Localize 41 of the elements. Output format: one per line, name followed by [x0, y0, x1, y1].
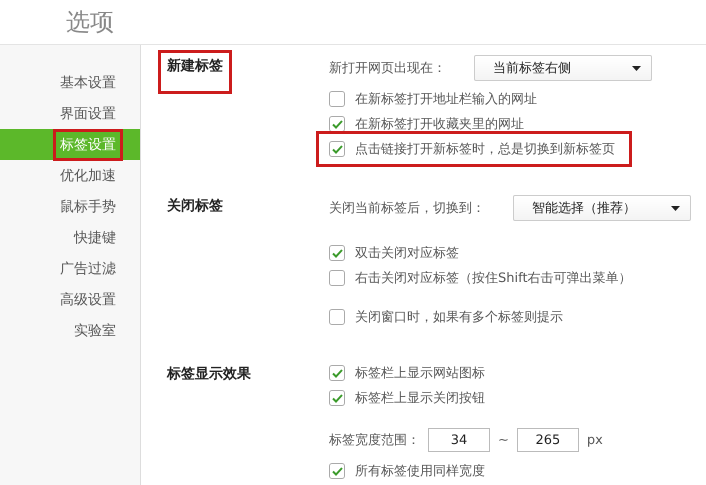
checkbox[interactable] [329, 116, 345, 132]
checkbox[interactable] [329, 270, 345, 286]
checkbox-label: 在新标签打开地址栏输入的网址 [355, 91, 537, 108]
sidebar-item[interactable]: 实验室 [0, 315, 140, 346]
checkbox-label: 右击关闭对应标签（按住Shift右击可弹出菜单） [355, 270, 632, 287]
checkbox[interactable] [329, 141, 345, 157]
checkbox[interactable] [329, 309, 345, 325]
checkbox[interactable] [329, 463, 345, 479]
sidebar-item[interactable]: 广告过滤 [0, 253, 140, 284]
dropdown[interactable]: 智能选择（推荐） [513, 195, 691, 221]
window-title: 选项 [66, 7, 114, 38]
range-separator: ~ [498, 432, 509, 448]
checkbox-label: 点击链接打开新标签时，总是切换到新标签页 [355, 141, 615, 158]
field-label: 新打开网页出现在： [329, 60, 446, 77]
caret-icon [671, 206, 680, 210]
sidebar-item[interactable]: 界面设置 [0, 98, 140, 129]
section-heading: 标签显示效果 [166, 365, 252, 384]
sidebar-item[interactable]: 基本设置 [0, 67, 140, 98]
checkbox[interactable] [329, 91, 345, 107]
input-field[interactable]: 265 [516, 428, 579, 452]
checkbox[interactable] [329, 245, 345, 261]
sidebar-item[interactable]: 高级设置 [0, 284, 140, 315]
dropdown[interactable]: 当前标签右侧 [474, 55, 652, 81]
sidebar-item[interactable]: 快捷键 [0, 222, 140, 253]
section-heading: 关闭标签 [166, 197, 224, 216]
section-heading: 新建标签 [161, 53, 229, 91]
checkbox[interactable] [329, 365, 345, 381]
checkbox-label: 标签栏上显示网站图标 [355, 365, 485, 382]
checkbox[interactable] [329, 390, 345, 406]
field-label: 关闭当前标签后，切换到： [329, 200, 485, 217]
sidebar-item[interactable]: 优化加速 [0, 160, 140, 191]
sidebar-item[interactable]: 鼠标手势 [0, 191, 140, 222]
checkbox-label: 关闭窗口时，如果有多个标签则提示 [355, 309, 563, 326]
checkbox-label: 所有标签使用同样宽度 [355, 463, 485, 480]
checkbox-label: 在新标签打开收藏夹里的网址 [355, 116, 524, 133]
checkbox-label: 标签栏上显示关闭按钮 [355, 390, 485, 407]
unit-label: px [586, 432, 603, 448]
caret-icon [632, 66, 641, 70]
field-label: 标签宽度范围： [329, 432, 420, 449]
checkbox-label: 双击关闭对应标签 [355, 245, 459, 262]
input-field[interactable]: 34 [428, 428, 490, 452]
